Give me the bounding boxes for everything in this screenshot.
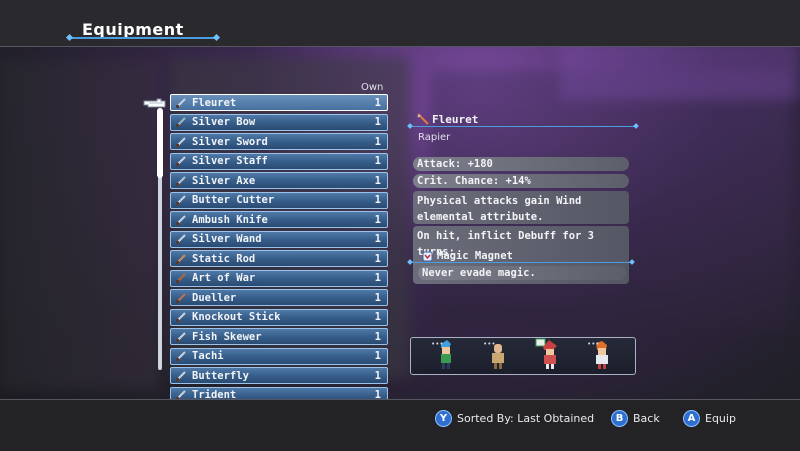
effect-description: Physical attacks gain Wind elemental att…	[413, 191, 629, 224]
magnet-icon	[422, 251, 433, 261]
equipment-count: 1	[374, 174, 381, 187]
debuff-label: Magic Magnet	[422, 250, 513, 262]
y-button-icon: Y	[435, 410, 452, 427]
equipment-name: Silver Sword	[192, 135, 268, 148]
a-button-icon: A	[683, 410, 700, 427]
header-bar: Equipment	[0, 0, 800, 47]
footer-bar	[0, 399, 800, 451]
skewer-icon	[174, 330, 188, 343]
party-panel: ••• ••• •••	[410, 337, 636, 375]
own-column-header: Own	[361, 82, 384, 93]
equipment-row[interactable]: Ambush Knife 1	[170, 211, 388, 228]
sort-label: Sorted By: Last Obtained	[457, 412, 595, 425]
detail-divider	[410, 126, 636, 127]
mage-sprite-icon	[535, 338, 557, 369]
club-icon	[174, 311, 188, 324]
book-icon	[174, 272, 188, 285]
debuff-description: Never evade magic.	[418, 266, 626, 280]
bow-icon	[174, 116, 188, 129]
sort-hint[interactable]: Y Sorted By: Last Obtained	[435, 410, 594, 427]
equipment-row[interactable]: Silver Staff 1	[170, 152, 388, 170]
equipment-count: 1	[374, 311, 381, 323]
rod-icon	[174, 252, 188, 265]
knife-icon	[174, 213, 188, 226]
detail-item-name: Fleuret	[432, 113, 479, 126]
equip-label: Equip	[705, 412, 736, 425]
back-hint[interactable]: B Back	[611, 410, 660, 427]
equipment-row[interactable]: Silver Bow 1	[170, 113, 388, 131]
party-member-ranger[interactable]: •••	[431, 338, 459, 372]
equipment-name: Ambush Knife	[192, 213, 268, 226]
axe-icon	[174, 174, 188, 187]
equipment-row[interactable]: Knockout Stick 1	[170, 308, 388, 326]
rapier-icon	[174, 96, 188, 109]
equipment-count: 1	[374, 272, 381, 284]
equipment-row[interactable]: Static Rod 1	[170, 250, 388, 267]
equipment-name: Silver Axe	[192, 174, 256, 187]
equipment-row[interactable]: Silver Sword 1	[170, 133, 388, 150]
equipment-name: Butter Cutter	[192, 194, 275, 206]
compare-indicator: •••	[587, 340, 600, 348]
equipment-count: 1	[374, 291, 381, 304]
katana-icon	[174, 350, 188, 363]
equipment-count: 1	[374, 330, 381, 343]
attack-stat: Attack: +180	[413, 157, 629, 171]
equipment-count: 1	[374, 116, 381, 128]
equipment-count: 1	[374, 194, 381, 206]
party-member-fighter[interactable]: •••	[587, 338, 615, 372]
equipment-count: 1	[374, 155, 381, 167]
equipment-name: Silver Staff	[192, 155, 268, 167]
equipment-count: 1	[374, 96, 381, 109]
equipment-row[interactable]: Butterfly 1	[170, 367, 388, 384]
staff-icon	[174, 155, 188, 168]
b-button-icon: B	[611, 410, 628, 427]
crit-chance-stat: Crit. Chance: +14%	[413, 174, 629, 188]
debuff-name: Magic Magnet	[437, 250, 513, 262]
wand-icon	[174, 233, 188, 246]
rapier-icon	[174, 291, 188, 304]
compare-indicator: •••	[483, 340, 496, 348]
back-label: Back	[633, 412, 660, 425]
scrollbar-thumb[interactable]	[157, 108, 163, 178]
equipment-row[interactable]: Fish Skewer 1	[170, 328, 388, 345]
background-blur-glow	[560, 40, 800, 100]
equipment-count: 1	[374, 350, 381, 362]
equipment-name: Knockout Stick	[192, 311, 281, 323]
equipment-count: 1	[374, 213, 381, 226]
equipment-row[interactable]: Art of War 1	[170, 269, 388, 287]
equipment-name: Silver Wand	[192, 233, 262, 245]
equip-hint[interactable]: A Equip	[683, 410, 736, 427]
equipment-row[interactable]: Silver Axe 1	[170, 172, 388, 189]
equipment-name: Butterfly	[192, 369, 249, 382]
rapier-icon	[417, 113, 429, 125]
equipment-count: 1	[374, 252, 381, 265]
pointing-hand-cursor-icon	[143, 98, 166, 108]
equipment-count: 1	[374, 135, 381, 148]
equipment-row[interactable]: Fleuret 1	[170, 94, 388, 111]
party-member-monk[interactable]: •••	[483, 338, 511, 372]
equipment-count: 1	[374, 233, 381, 245]
equipment-row[interactable]: Silver Wand 1	[170, 230, 388, 248]
compare-indicator: •••	[431, 340, 444, 348]
equipment-row[interactable]: Butter Cutter 1	[170, 191, 388, 209]
debuff-divider	[410, 262, 632, 263]
equipment-name: Static Rod	[192, 252, 256, 265]
party-member-mage[interactable]	[535, 338, 563, 372]
equipment-row[interactable]: Tachi 1	[170, 347, 388, 365]
equipment-row[interactable]: Dueller 1	[170, 289, 388, 306]
equipment-name: Dueller	[192, 291, 237, 304]
equipment-name: Fish Skewer	[192, 330, 262, 343]
background-blur-left	[0, 60, 160, 390]
sword-icon	[174, 135, 188, 148]
detail-item-type: Rapier	[418, 132, 451, 143]
equipment-list: Fleuret 1 Silver Bow 1 Silver Sword 1 Silver S…	[170, 94, 388, 406]
equipment-name: Silver Bow	[192, 116, 256, 128]
equipment-name: Art of War	[192, 272, 256, 284]
title-underline	[70, 37, 216, 39]
equipment-name: Tachi	[192, 350, 224, 362]
equipment-name: Fleuret	[192, 96, 237, 109]
equipment-count: 1	[374, 369, 381, 382]
dagger-icon	[174, 194, 188, 207]
knife-icon	[174, 369, 188, 382]
